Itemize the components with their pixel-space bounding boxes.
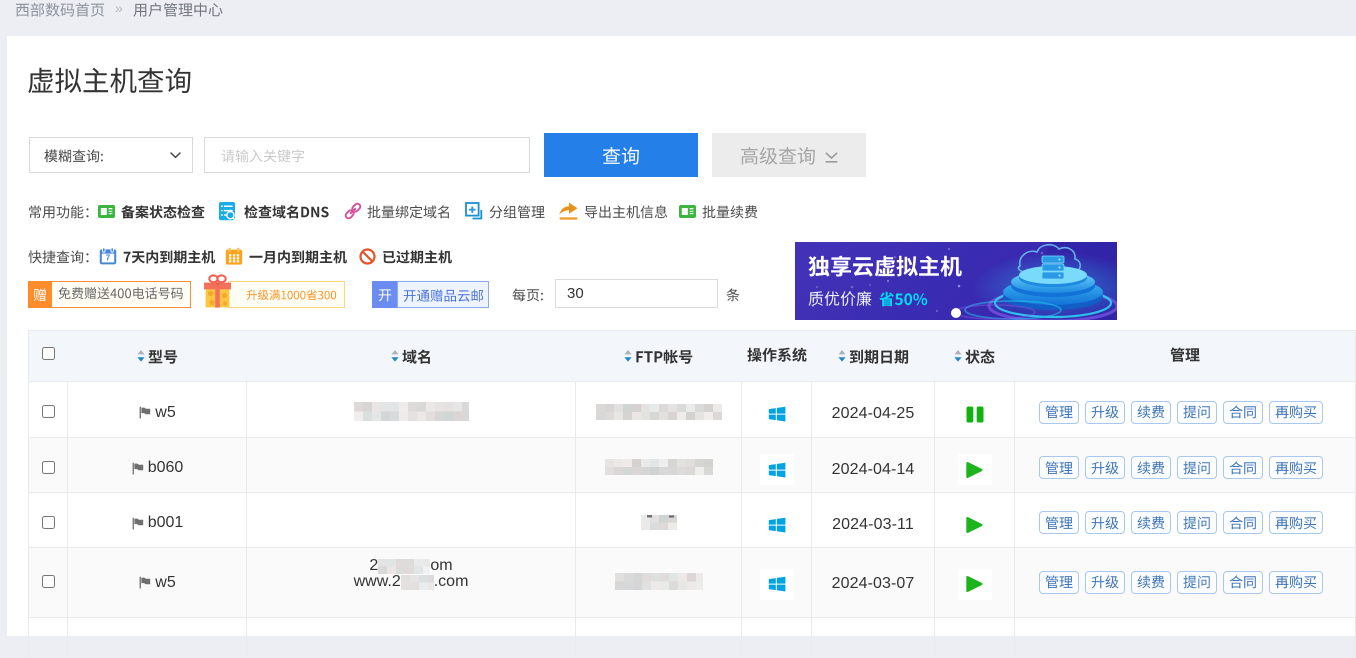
svg-text:7: 7 (106, 253, 111, 263)
